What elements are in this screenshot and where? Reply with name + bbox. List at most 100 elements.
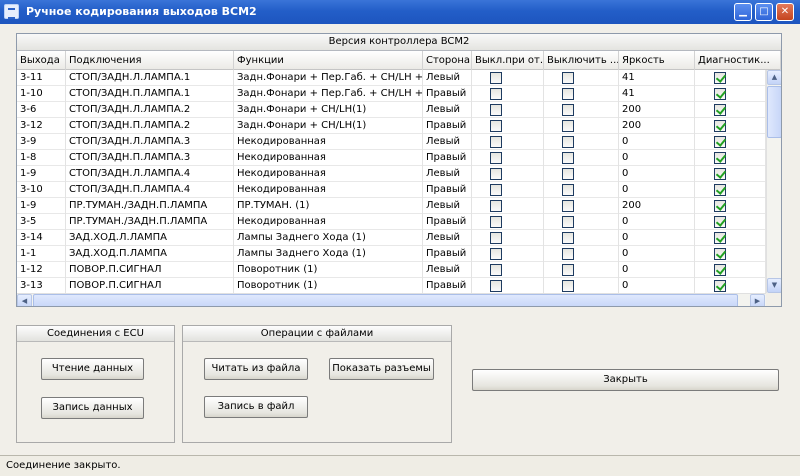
horizontal-scrollbar[interactable]: ◀ ▶: [17, 293, 766, 306]
off-when-checkbox[interactable]: [490, 120, 502, 132]
cell-side[interactable]: Правый: [423, 86, 472, 102]
diagnostics-checkbox[interactable]: [714, 280, 726, 292]
turn-off-checkbox[interactable]: [562, 216, 574, 228]
column-header-function[interactable]: Функции: [234, 51, 423, 70]
cell-function[interactable]: Некодированная: [234, 166, 423, 182]
cell-side[interactable]: Правый: [423, 118, 472, 134]
diagnostics-checkbox[interactable]: [714, 200, 726, 212]
diagnostics-checkbox[interactable]: [714, 248, 726, 260]
cell-connection[interactable]: СТОП/ЗАДН.Л.ЛАМПА.4: [66, 166, 234, 182]
cell-side[interactable]: Правый: [423, 214, 472, 230]
turn-off-checkbox[interactable]: [562, 168, 574, 180]
cell-function[interactable]: ПР.ТУМАН. (1): [234, 198, 423, 214]
turn-off-checkbox[interactable]: [562, 200, 574, 212]
table-row[interactable]: 3-14 ЗАД.ХОД.Л.ЛАМПА Лампы Заднего Хода (1…: [17, 230, 766, 246]
cell-output[interactable]: 3-9: [17, 134, 66, 150]
cell-connection[interactable]: ЗАД.ХОД.Л.ЛАМПА: [66, 230, 234, 246]
cell-brightness[interactable]: 41: [619, 86, 695, 102]
column-header-output[interactable]: Выхода: [17, 51, 66, 70]
off-when-checkbox[interactable]: [490, 216, 502, 228]
minimize-button[interactable]: ▁: [734, 3, 752, 21]
cell-function[interactable]: Некодированная: [234, 134, 423, 150]
turn-off-checkbox[interactable]: [562, 88, 574, 100]
cell-side[interactable]: Правый: [423, 278, 472, 293]
cell-output[interactable]: 3-14: [17, 230, 66, 246]
diagnostics-checkbox[interactable]: [714, 184, 726, 196]
table-row[interactable]: 3-13 ПОВОР.П.СИГНАЛ Поворотник (1) Правый 0: [17, 278, 766, 293]
cell-function[interactable]: Задн.Фонари + Пер.Габ. + CH/LH +...: [234, 70, 423, 86]
table-row[interactable]: 3-6 СТОП/ЗАДН.Л.ЛАМПА.2 Задн.Фонари + CH/L…: [17, 102, 766, 118]
cell-function[interactable]: Некодированная: [234, 214, 423, 230]
column-header-turn-off[interactable]: Выключить ...: [544, 51, 619, 70]
column-header-diagnostics[interactable]: Диагностик...: [695, 51, 781, 70]
turn-off-checkbox[interactable]: [562, 184, 574, 196]
cell-side[interactable]: Левый: [423, 102, 472, 118]
table-row[interactable]: 1-10 СТОП/ЗАДН.П.ЛАМПА.1 Задн.Фонари + Пер…: [17, 86, 766, 102]
diagnostics-checkbox[interactable]: [714, 136, 726, 148]
table-row[interactable]: 1-9 СТОП/ЗАДН.Л.ЛАМПА.4 Некодированная Левы…: [17, 166, 766, 182]
app-icon[interactable]: [4, 4, 19, 19]
read-from-file-button[interactable]: Читать из файла: [204, 358, 308, 380]
table-row[interactable]: 3-9 СТОП/ЗАДН.Л.ЛАМПА.3 Некодированная Левы…: [17, 134, 766, 150]
cell-connection[interactable]: СТОП/ЗАДН.П.ЛАМПА.4: [66, 182, 234, 198]
cell-brightness[interactable]: 0: [619, 214, 695, 230]
cell-brightness[interactable]: 200: [619, 102, 695, 118]
turn-off-checkbox[interactable]: [562, 264, 574, 276]
diagnostics-checkbox[interactable]: [714, 88, 726, 100]
cell-output[interactable]: 3-6: [17, 102, 66, 118]
cell-output[interactable]: 1-1: [17, 246, 66, 262]
cell-connection[interactable]: ПОВОР.П.СИГНАЛ: [66, 278, 234, 293]
turn-off-checkbox[interactable]: [562, 248, 574, 260]
table-row[interactable]: 1-8 СТОП/ЗАДН.П.ЛАМПА.3 Некодированная Прав…: [17, 150, 766, 166]
cell-output[interactable]: 1-8: [17, 150, 66, 166]
scroll-down-button[interactable]: ▼: [767, 278, 781, 293]
write-to-file-button[interactable]: Запись в файл: [204, 396, 308, 418]
scroll-right-button[interactable]: ▶: [750, 294, 765, 306]
cell-output[interactable]: 1-12: [17, 262, 66, 278]
cell-brightness[interactable]: 0: [619, 246, 695, 262]
table-row[interactable]: 3-11 СТОП/ЗАДН.Л.ЛАМПА.1 Задн.Фонари + Пер…: [17, 70, 766, 86]
cell-function[interactable]: Поворотник (1): [234, 278, 423, 293]
horizontal-scroll-thumb[interactable]: [33, 294, 738, 306]
scroll-left-button[interactable]: ◀: [17, 294, 32, 306]
off-when-checkbox[interactable]: [490, 248, 502, 260]
off-when-checkbox[interactable]: [490, 104, 502, 116]
diagnostics-checkbox[interactable]: [714, 232, 726, 244]
cell-side[interactable]: Правый: [423, 150, 472, 166]
vertical-scroll-thumb[interactable]: [767, 86, 781, 138]
cell-output[interactable]: 3-10: [17, 182, 66, 198]
close-window-button[interactable]: ✕: [776, 3, 794, 21]
cell-connection[interactable]: ПОВОР.П.СИГНАЛ: [66, 262, 234, 278]
off-when-checkbox[interactable]: [490, 152, 502, 164]
cell-side[interactable]: Правый: [423, 246, 472, 262]
write-data-button[interactable]: Запись данных: [41, 397, 144, 419]
cell-side[interactable]: Левый: [423, 262, 472, 278]
cell-connection[interactable]: СТОП/ЗАДН.П.ЛАМПА.3: [66, 150, 234, 166]
cell-output[interactable]: 3-5: [17, 214, 66, 230]
maximize-button[interactable]: □: [755, 3, 773, 21]
cell-output[interactable]: 3-11: [17, 70, 66, 86]
table-row[interactable]: 1-12 ПОВОР.П.СИГНАЛ Поворотник (1) Левый 0: [17, 262, 766, 278]
off-when-checkbox[interactable]: [490, 200, 502, 212]
cell-connection[interactable]: ПР.ТУМАН./ЗАДН.П.ЛАМПА: [66, 214, 234, 230]
off-when-checkbox[interactable]: [490, 168, 502, 180]
cell-connection[interactable]: СТОП/ЗАДН.П.ЛАМПА.2: [66, 118, 234, 134]
cell-brightness[interactable]: 200: [619, 198, 695, 214]
diagnostics-checkbox[interactable]: [714, 216, 726, 228]
column-header-off-when[interactable]: Выкл.при от...: [472, 51, 544, 70]
cell-output[interactable]: 1-9: [17, 198, 66, 214]
diagnostics-checkbox[interactable]: [714, 264, 726, 276]
cell-function[interactable]: Лампы Заднего Хода (1): [234, 246, 423, 262]
cell-brightness[interactable]: 0: [619, 182, 695, 198]
diagnostics-checkbox[interactable]: [714, 120, 726, 132]
diagnostics-checkbox[interactable]: [714, 168, 726, 180]
turn-off-checkbox[interactable]: [562, 232, 574, 244]
cell-side[interactable]: Левый: [423, 134, 472, 150]
turn-off-checkbox[interactable]: [562, 72, 574, 84]
cell-brightness[interactable]: 200: [619, 118, 695, 134]
column-header-connection[interactable]: Подключения: [66, 51, 234, 70]
cell-connection[interactable]: СТОП/ЗАДН.Л.ЛАМПА.2: [66, 102, 234, 118]
column-header-brightness[interactable]: Яркость: [619, 51, 695, 70]
off-when-checkbox[interactable]: [490, 232, 502, 244]
scroll-up-button[interactable]: ▲: [767, 70, 781, 85]
